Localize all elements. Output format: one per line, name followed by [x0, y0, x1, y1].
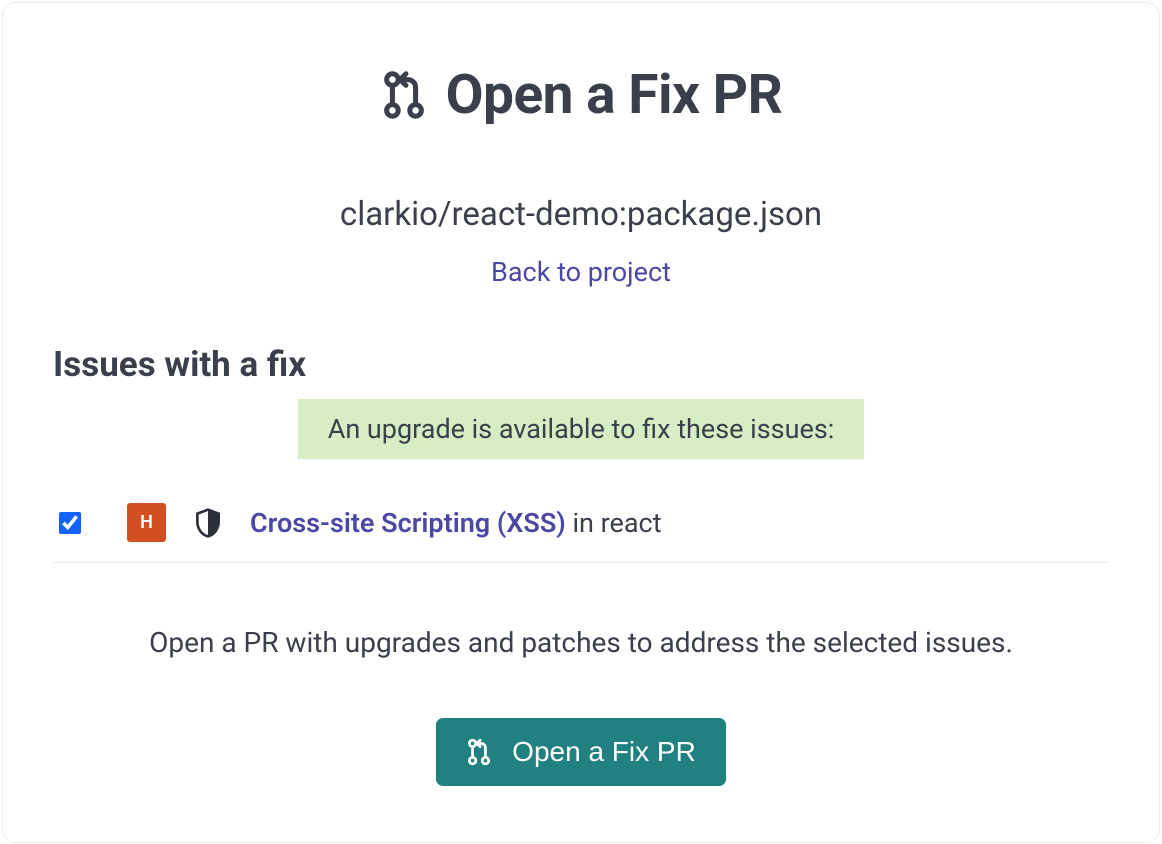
back-to-project-link[interactable]: Back to project [491, 256, 671, 288]
severity-badge-high: H [127, 503, 166, 542]
back-link-area: Back to project [53, 256, 1109, 288]
issue-vulnerability-link[interactable]: Cross-site Scripting (XSS) [250, 507, 566, 539]
project-path-area: clarkio/react-demo:package.json [53, 195, 1109, 234]
issue-checkbox[interactable] [59, 512, 81, 534]
shield-icon [192, 507, 224, 539]
pull-request-icon [466, 737, 492, 767]
issue-package-suffix: in react [566, 507, 662, 539]
issues-list: H Cross-site Scripting (XSS) in react [53, 495, 1109, 563]
open-fix-pr-button[interactable]: Open a Fix PR [436, 718, 726, 786]
open-fix-pr-button-label: Open a Fix PR [512, 736, 696, 768]
upgrade-banner-wrap: An upgrade is available to fix these iss… [53, 399, 1109, 459]
page-title-text: Open a Fix PR [446, 63, 783, 127]
project-path: clarkio/react-demo:package.json [53, 195, 1109, 234]
pull-request-icon [380, 68, 428, 122]
title-area: Open a Fix PR [53, 63, 1109, 127]
fix-pr-card: Open a Fix PR clarkio/react-demo:package… [2, 2, 1160, 843]
issue-row: H Cross-site Scripting (XSS) in react [53, 495, 1109, 563]
page-title: Open a Fix PR [380, 63, 783, 127]
issues-section-title: Issues with a fix [53, 344, 1109, 385]
cta-area: Open a Fix PR [53, 718, 1109, 786]
upgrade-available-banner: An upgrade is available to fix these iss… [298, 399, 865, 459]
action-description: Open a PR with upgrades and patches to a… [53, 623, 1109, 662]
issue-text: Cross-site Scripting (XSS) in react [250, 507, 662, 539]
